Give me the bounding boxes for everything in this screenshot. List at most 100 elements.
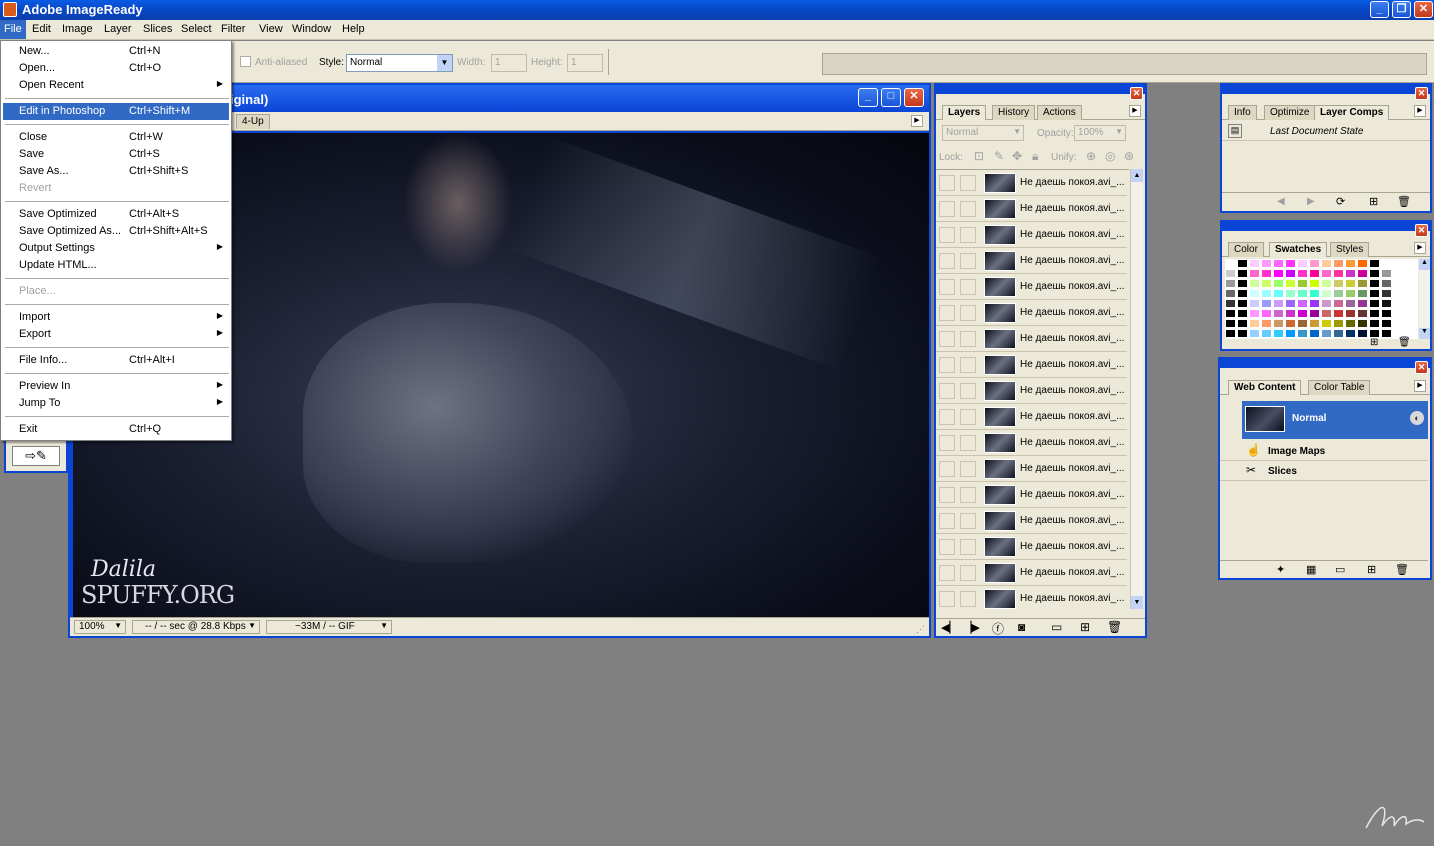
tab-color[interactable]: Color: [1228, 242, 1264, 257]
unify-visibility-icon[interactable]: ◎: [1105, 149, 1115, 163]
visibility-toggle[interactable]: [939, 305, 955, 321]
color-swatch[interactable]: [1237, 259, 1248, 268]
layer-row[interactable]: Не даешь покоя.avi_...: [936, 534, 1127, 560]
link-toggle[interactable]: [960, 513, 976, 529]
color-swatch[interactable]: [1273, 319, 1284, 328]
color-swatch[interactable]: [1285, 319, 1296, 328]
color-swatch[interactable]: [1249, 299, 1260, 308]
trash-icon[interactable]: 🗑︎: [1397, 195, 1411, 208]
tab-actions[interactable]: Actions: [1037, 105, 1082, 120]
color-swatch[interactable]: [1357, 289, 1368, 298]
color-swatch[interactable]: [1297, 269, 1308, 278]
color-swatch[interactable]: [1225, 329, 1236, 338]
scroll-down-icon[interactable]: ▼: [1419, 328, 1430, 339]
download-speed-select[interactable]: -- / -- sec @ 28.8 Kbps ▼: [132, 620, 260, 634]
panel-menu-arrow-icon[interactable]: ▶: [1414, 242, 1426, 254]
color-swatch[interactable]: [1345, 329, 1356, 338]
color-swatch[interactable]: [1381, 269, 1392, 278]
new-set-icon[interactable]: ▭: [1051, 620, 1062, 634]
color-swatch[interactable]: [1261, 269, 1272, 278]
color-swatch[interactable]: [1321, 309, 1332, 318]
menu-item-save[interactable]: Save Ctrl+S: [3, 146, 229, 163]
color-swatch[interactable]: [1369, 319, 1380, 328]
zoom-select[interactable]: 100% ▼: [74, 620, 126, 634]
mask-icon[interactable]: ◙: [1018, 620, 1025, 634]
visibility-toggle[interactable]: [939, 201, 955, 217]
lock-move-icon[interactable]: ✥: [1012, 149, 1022, 163]
color-swatch[interactable]: [1237, 309, 1248, 318]
menu-image[interactable]: Image: [62, 23, 93, 35]
color-swatch[interactable]: [1309, 269, 1320, 278]
resize-grip-icon[interactable]: ⋰: [916, 624, 926, 634]
scroll-down-icon[interactable]: ▼: [1131, 596, 1143, 609]
menu-item-exit[interactable]: Exit Ctrl+Q: [3, 421, 229, 438]
visibility-toggle[interactable]: [939, 331, 955, 347]
color-swatch[interactable]: [1261, 309, 1272, 318]
color-swatch[interactable]: [1225, 259, 1236, 268]
color-swatch[interactable]: [1237, 269, 1248, 278]
trash-icon[interactable]: 🗑︎: [1395, 563, 1409, 576]
layer-row[interactable]: Не даешь покоя.avi_...: [936, 508, 1127, 534]
last-document-state-row[interactable]: ▤ Last Document State: [1222, 123, 1430, 141]
scroll-up-icon[interactable]: ▲: [1131, 169, 1143, 182]
color-swatch[interactable]: [1261, 299, 1272, 308]
color-swatch[interactable]: [1333, 269, 1344, 278]
lock-all-icon[interactable]: 🔒︎: [1032, 149, 1038, 164]
link-toggle[interactable]: [960, 487, 976, 503]
menu-window[interactable]: Window: [292, 23, 331, 35]
layer-row[interactable]: Не даешь покоя.avi_...: [936, 300, 1127, 326]
color-swatch[interactable]: [1381, 289, 1392, 298]
menu-item-save-optimized-as[interactable]: Save Optimized As... Ctrl+Shift+Alt+S: [3, 223, 229, 240]
color-swatch[interactable]: [1369, 269, 1380, 278]
chevron-down-icon[interactable]: ▼: [437, 55, 452, 71]
color-swatch[interactable]: [1225, 319, 1236, 328]
new-layer-icon[interactable]: ⊞: [1080, 620, 1090, 634]
color-swatch[interactable]: [1249, 329, 1260, 338]
color-swatch[interactable]: [1309, 319, 1320, 328]
color-swatch[interactable]: [1297, 259, 1308, 268]
link-toggle[interactable]: [960, 383, 976, 399]
color-swatch[interactable]: [1261, 259, 1272, 268]
layer-row[interactable]: Не даешь покоя.avi_...: [936, 430, 1127, 456]
color-swatch[interactable]: [1225, 309, 1236, 318]
color-swatch[interactable]: [1381, 299, 1392, 308]
menu-item-preview-in[interactable]: Preview In ▶: [3, 378, 229, 395]
color-swatch[interactable]: [1273, 309, 1284, 318]
menu-item-open-recent[interactable]: Open Recent ▶: [3, 77, 229, 94]
color-swatch[interactable]: [1333, 279, 1344, 288]
link-toggle[interactable]: [960, 227, 976, 243]
color-swatch[interactable]: [1297, 299, 1308, 308]
color-swatch[interactable]: [1321, 289, 1332, 298]
link-toggle[interactable]: [960, 175, 976, 191]
color-swatch[interactable]: [1261, 289, 1272, 298]
color-swatch[interactable]: [1249, 289, 1260, 298]
menu-filter[interactable]: Filter: [221, 23, 245, 35]
update-comp-icon[interactable]: ⟳: [1336, 195, 1345, 208]
color-swatch[interactable]: [1321, 269, 1332, 278]
color-swatch[interactable]: [1237, 329, 1248, 338]
layer-row[interactable]: Не даешь покоя.avi_...: [936, 248, 1127, 274]
prev-frame-icon[interactable]: ◀▏: [941, 621, 958, 634]
doc-minimize-icon[interactable]: _: [858, 88, 878, 107]
color-swatch[interactable]: [1261, 319, 1272, 328]
color-swatch[interactable]: [1321, 299, 1332, 308]
layer-row[interactable]: Не даешь покоя.avi_...: [936, 274, 1127, 300]
color-swatch[interactable]: [1345, 259, 1356, 268]
layer-row[interactable]: Не даешь покоя.avi_...: [936, 560, 1127, 586]
color-swatch[interactable]: [1357, 279, 1368, 288]
visibility-toggle[interactable]: [939, 435, 955, 451]
color-swatch[interactable]: [1261, 329, 1272, 338]
color-swatch[interactable]: [1357, 329, 1368, 338]
color-swatch[interactable]: [1285, 329, 1296, 338]
visibility-toggle[interactable]: [939, 279, 955, 295]
new-state-icon[interactable]: ⊞: [1367, 563, 1376, 576]
layer-row[interactable]: Не даешь покоя.avi_...: [936, 404, 1127, 430]
new-set-icon[interactable]: ▭: [1335, 563, 1345, 576]
visibility-toggle[interactable]: [939, 591, 955, 607]
color-swatch[interactable]: [1237, 319, 1248, 328]
menu-item-update-html[interactable]: Update HTML...: [3, 257, 229, 274]
prev-comp-icon[interactable]: ◀: [1277, 196, 1285, 207]
opacity-input[interactable]: 100% ▼: [1074, 125, 1126, 141]
trash-icon[interactable]: 🗑︎: [1107, 620, 1122, 634]
link-toggle[interactable]: [960, 409, 976, 425]
